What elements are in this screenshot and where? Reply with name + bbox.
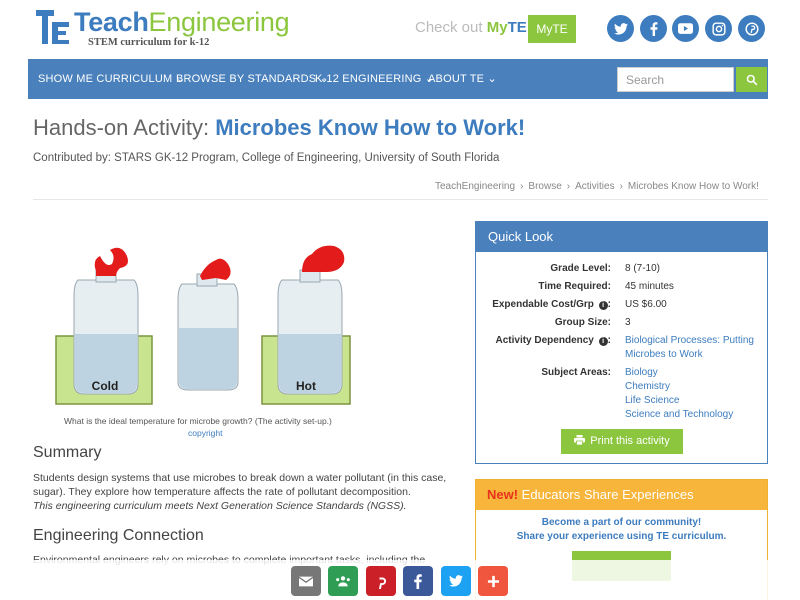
plus-icon [487,575,499,587]
search-input[interactable] [617,67,734,92]
expendable-cost-value: US $6.00 [625,299,667,310]
summary-text: Students design systems that use microbe… [33,472,447,512]
subject-areas-list: Biology Chemistry Life Science Science a… [625,366,733,422]
subject-link[interactable]: Science and Technology [625,408,733,422]
email-icon [299,576,313,586]
educators-heading: New! Educators Share Experiences [476,480,767,510]
cold-label: Cold [92,379,119,393]
activity-setup-image[interactable]: Cold Hot [40,238,440,416]
nav-browse-by-standards[interactable]: BROWSE BY STANDARDS ⌄ [176,59,329,99]
image-caption: What is the ideal temperature for microb… [64,416,332,426]
te-logo-icon [36,8,72,46]
activity-dependency-link[interactable]: Biological Processes: Putting Microbes t… [625,334,763,362]
myte-button[interactable]: MyTE [528,15,576,43]
youtube-icon[interactable] [672,15,699,42]
header: TeachEngineering STEM curriculum for k-1… [0,0,800,58]
twitter-icon[interactable] [607,15,634,42]
classroom-share-button[interactable] [328,566,358,596]
facebook-icon[interactable] [640,15,667,42]
subject-link[interactable]: Chemistry [625,380,733,394]
group-size-value: 3 [625,317,631,328]
share-bar [0,560,800,600]
grade-level-label: Grade Level: [550,263,611,274]
email-share-button[interactable] [291,566,321,596]
twitter-icon [449,575,463,587]
logo-text-teach: Teach [74,7,149,37]
time-required-label: Time Required: [538,281,611,292]
site-logo[interactable]: TeachEngineering STEM curriculum for k-1… [36,7,290,48]
nav-k12-engineering[interactable]: K-12 ENGINEERING ⌄ [315,59,434,99]
main-nav: SHOW ME CURRICULUM ⌄ BROWSE BY STANDARDS… [28,59,768,99]
breadcrumb-browse[interactable]: Browse [528,181,561,192]
breadcrumb: TeachEngineering › Browse › Activities › Micro… [435,181,759,192]
facebook-icon [414,573,422,589]
community-line: Become a part of our community! [541,517,702,528]
activity-dependency-label: Activity Dependency i: [495,335,611,346]
subject-link[interactable]: Life Science [625,394,733,408]
contributed-by: Contributed by: STARS GK-12 Program, Col… [33,152,500,164]
classroom-icon [336,576,350,587]
nav-about-te[interactable]: ABOUT TE ⌄ [428,59,497,99]
group-size-label: Group Size: [554,317,611,328]
engineering-connection-heading: Engineering Connection [33,527,204,544]
print-activity-button[interactable]: Print this activity [561,429,683,454]
page-title: Hands-on Activity: Microbes Know How to … [33,115,526,140]
breadcrumb-teachengineering[interactable]: TeachEngineering [435,181,515,192]
more-share-button[interactable] [478,566,508,596]
breadcrumb-activities[interactable]: Activities [575,181,614,192]
twitter-share-button[interactable] [441,566,471,596]
facebook-share-button[interactable] [403,566,433,596]
grade-level-value: 8 (7-10) [625,263,661,274]
expendable-cost-label: Expendable Cost/Grp i: [492,299,611,310]
logo-tagline: STEM curriculum for k-12 [88,37,210,48]
breadcrumb-current[interactable]: Microbes Know How to Work! [628,181,759,192]
summary-heading: Summary [33,444,102,461]
instagram-icon[interactable] [705,15,732,42]
time-required-value: 45 minutes [625,281,674,292]
divider [33,199,768,200]
share-experience-line: Share your experience using TE curriculu… [516,531,727,542]
pinterest-icon[interactable] [738,15,765,42]
logo-text-engineering: Engineering [148,7,290,37]
print-icon [574,435,586,446]
subject-areas-label: Subject Areas: [541,367,611,378]
quick-look-heading: Quick Look [476,222,767,252]
quick-look-panel: Quick Look Grade Level: 8 (7-10) Time Re… [475,221,768,464]
page: TeachEngineering STEM curriculum for k-1… [0,0,800,600]
info-icon[interactable]: i [598,337,608,346]
subject-link[interactable]: Biology [625,366,733,380]
copyright-link[interactable]: copyright [188,428,223,438]
info-icon[interactable]: i [598,301,608,310]
search-icon [746,74,757,85]
pinterest-icon [378,577,387,589]
pinterest-share-button[interactable] [366,566,396,596]
search-button[interactable] [736,67,767,92]
hot-label: Hot [296,379,316,393]
nav-show-me-curriculum[interactable]: SHOW ME CURRICULUM ⌄ [38,59,185,99]
checkout-myte-text: Check out MyTE [415,19,527,36]
